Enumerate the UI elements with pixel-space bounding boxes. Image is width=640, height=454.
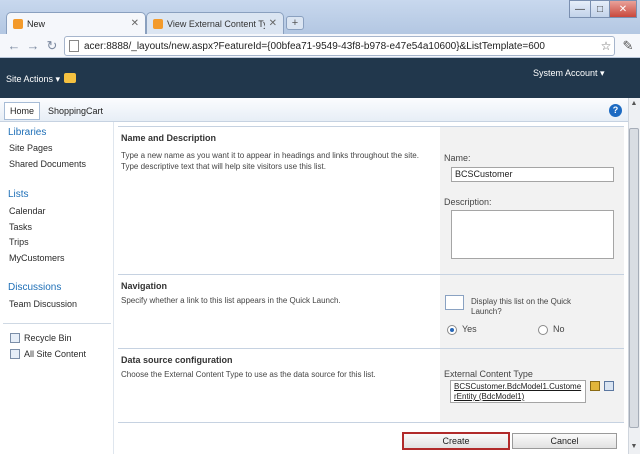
radio-no-label: No [553,324,565,334]
section-description: Type a new name as you want it to appear… [121,151,419,171]
navigate-up-icon[interactable] [64,73,76,83]
section-data-source: Data source configuration Choose the Ext… [118,348,624,422]
wrench-icon[interactable]: ✎ [620,38,636,54]
radio-no[interactable] [538,325,548,335]
maximize-button[interactable]: □ [590,0,610,18]
tab-new[interactable]: New ✕ [6,12,146,34]
minimize-button[interactable]: — [569,0,591,18]
radio-yes-label: Yes [462,324,477,334]
ql-all-site-content[interactable]: All Site Content [10,349,86,359]
recycle-bin-icon [10,333,20,343]
back-arrow-icon[interactable]: ← [6,38,22,54]
site-actions-menu[interactable]: Site Actions ▾ [6,74,60,85]
tab-view-external-content-type[interactable]: View External Content Ty... ✕ [146,12,284,34]
page-content: Libraries Site Pages Shared Documents Li… [0,122,628,454]
ql-heading-libraries[interactable]: Libraries [8,127,46,138]
forward-arrow-icon[interactable]: → [25,38,41,54]
address-bar[interactable]: acer:8888/_layouts/new.aspx?FeatureId={0… [64,36,615,56]
user-menu[interactable]: System Account ▾ [533,68,605,79]
bookmark-star-icon[interactable]: ☆ [598,39,614,53]
section-title: Navigation [121,281,168,291]
ql-item-shared-documents[interactable]: Shared Documents [9,159,86,169]
name-label: Name: [444,153,471,163]
quick-launch: Libraries Site Pages Shared Documents Li… [0,122,114,454]
tab-label: View External Content Ty... [167,18,265,29]
ql-heading-discussions[interactable]: Discussions [8,282,61,293]
all-site-content-label: All Site Content [24,349,87,359]
close-window-button[interactable]: ✕ [609,0,637,18]
section-navigation: Navigation Specify whether a link to thi… [118,274,624,348]
ql-item-team-discussion[interactable]: Team Discussion [9,299,77,309]
check-names-icon[interactable] [590,381,600,391]
close-tab-icon[interactable]: ✕ [131,18,139,29]
ql-item-trips[interactable]: Trips [9,237,29,247]
section-description: Choose the External Content Type to use … [121,370,376,379]
sharepoint-favicon-icon [153,18,163,29]
sharepoint-ribbon: Site Actions ▾ System Account ▾ [0,58,640,98]
help-icon[interactable]: ? [609,104,622,117]
new-tab-button[interactable]: + [286,16,304,30]
description-textarea[interactable] [451,210,614,259]
scrollbar-thumb[interactable] [629,128,639,428]
page-icon [69,40,79,52]
description-label: Description: [444,197,492,207]
ect-label: External Content Type [444,369,533,379]
ql-divider [3,323,111,324]
recycle-bin-label: Recycle Bin [24,333,72,343]
ql-item-mycustomers[interactable]: MyCustomers [9,253,65,263]
ql-item-site-pages[interactable]: Site Pages [9,143,53,153]
quick-launch-preview-icon [445,295,464,310]
sharepoint-favicon-icon [13,18,23,29]
create-button[interactable]: Create [402,432,510,450]
ql-heading-lists[interactable]: Lists [8,189,29,200]
close-tab-icon[interactable]: ✕ [269,18,277,29]
cancel-button[interactable]: Cancel [512,433,617,449]
scroll-down-arrow-icon[interactable]: ▼ [629,442,639,452]
tab-label: New [27,18,46,29]
top-link-bar: Home ShoppingCart [0,98,628,122]
browse-icon[interactable] [604,381,614,391]
ect-picker-value[interactable]: BCSCustomer.BdcModel1.CustomerEntity (Bd… [450,380,586,403]
topnav-home[interactable]: Home [4,102,41,120]
ql-recycle-bin[interactable]: Recycle Bin [10,333,72,343]
reload-icon[interactable]: ↻ [44,38,60,54]
browser-navbar: ← → ↻ acer:8888/_layouts/new.aspx?Featur… [0,34,640,58]
topnav-shoppingcart[interactable]: ShoppingCart [48,102,103,120]
radio-yes[interactable] [447,325,457,335]
quick-launch-question: Display this list on the Quick Launch? [471,297,572,316]
section-name-description: Name and Description Type a new name as … [118,126,624,274]
address-text[interactable]: acer:8888/_layouts/new.aspx?FeatureId={0… [84,41,598,52]
ql-item-calendar[interactable]: Calendar [9,206,46,216]
section-description: Specify whether a link to this list appe… [121,296,341,305]
name-input[interactable]: BCSCustomer [451,167,614,182]
form-divider [118,422,624,423]
new-list-form: Name and Description Type a new name as … [118,122,624,454]
all-site-content-icon [10,349,20,359]
scroll-up-arrow-icon[interactable]: ▲ [629,99,639,109]
ql-item-tasks[interactable]: Tasks [9,222,32,232]
section-title: Data source configuration [121,355,233,365]
section-title: Name and Description [121,133,217,143]
